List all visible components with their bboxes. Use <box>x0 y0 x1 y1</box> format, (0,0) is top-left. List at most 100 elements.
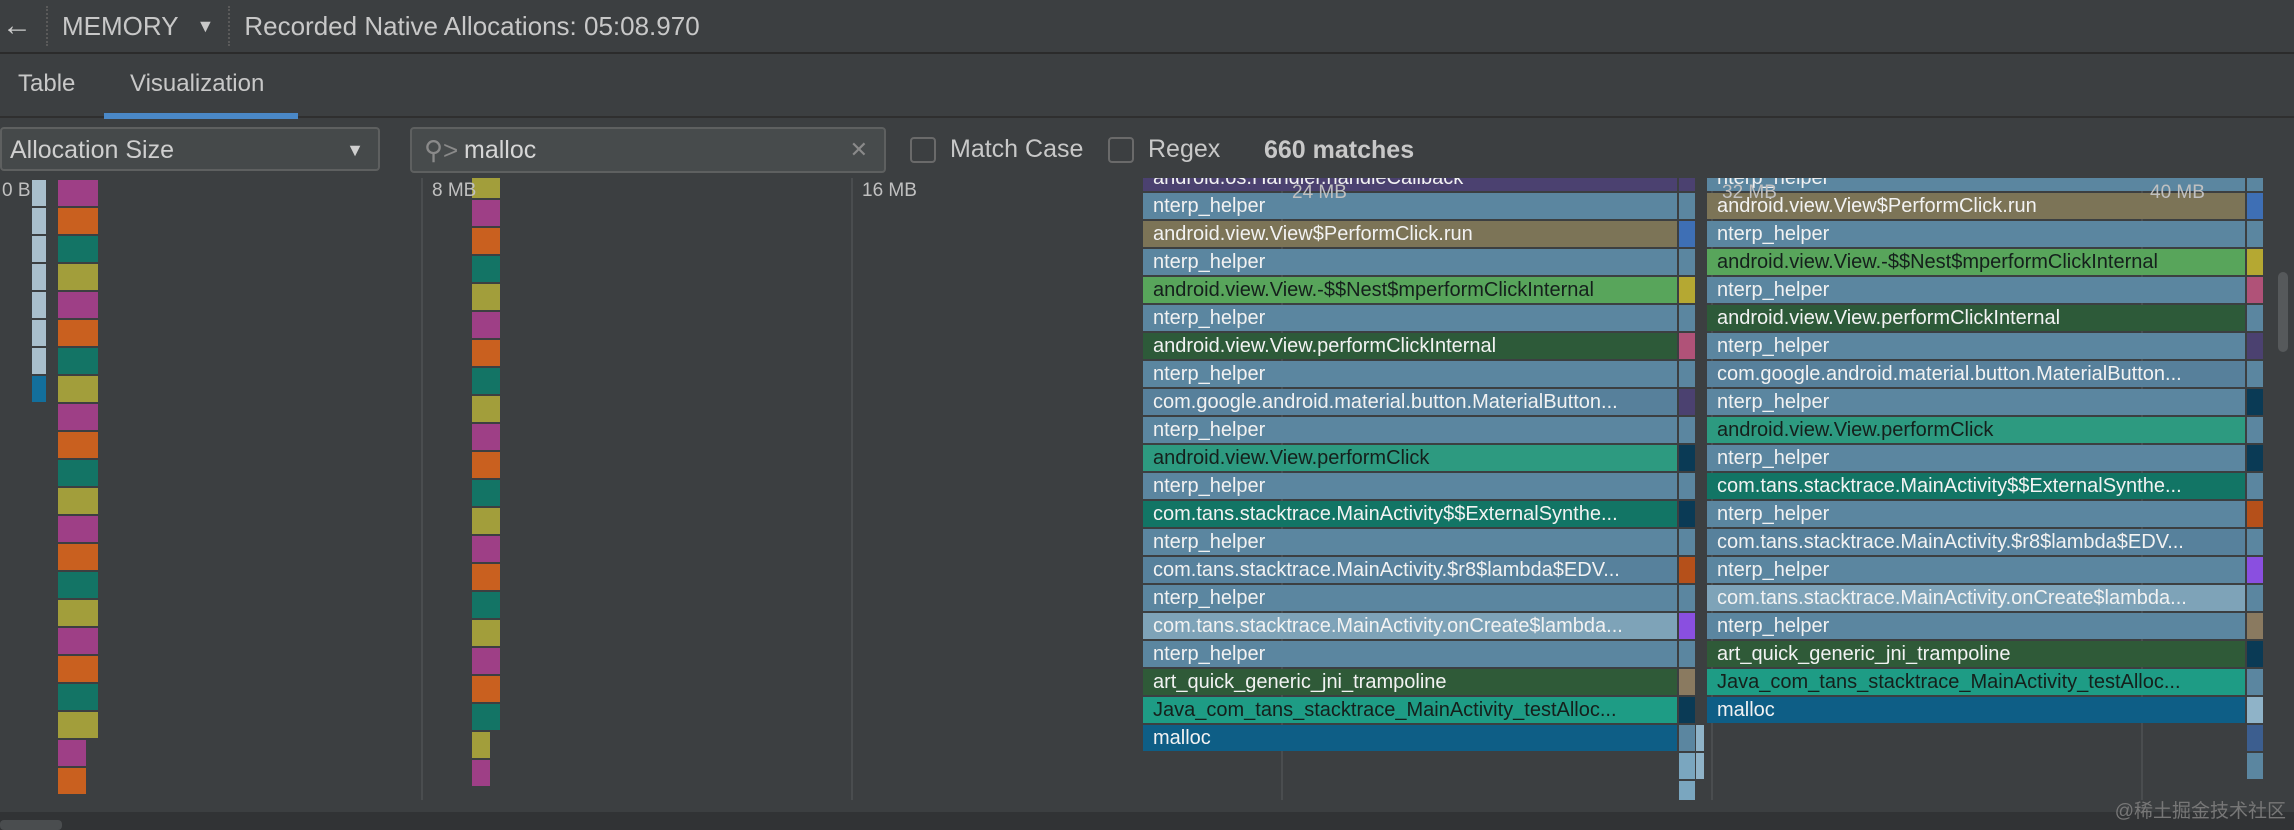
flame-frame[interactable]: nterp_helper <box>1707 277 2245 303</box>
flame-frame-side[interactable] <box>2247 585 2263 611</box>
mini-frame[interactable] <box>32 292 46 318</box>
mini-frame[interactable] <box>32 180 46 206</box>
flame-frame-side[interactable] <box>1679 361 1695 387</box>
flame-frame[interactable]: nterp_helper <box>1143 529 1677 555</box>
flame-frame-side[interactable] <box>2247 669 2263 695</box>
flame-frame[interactable]: nterp_helper <box>1707 221 2245 247</box>
mini-frame[interactable] <box>58 320 98 346</box>
flame-frame[interactable]: nterp_helper <box>1143 585 1677 611</box>
mini-frame[interactable] <box>58 488 98 514</box>
flame-frame-side[interactable] <box>1679 501 1695 527</box>
mini-frame[interactable] <box>472 256 500 282</box>
flame-frame[interactable]: android.view.View.performClick <box>1143 445 1677 471</box>
flame-frame[interactable]: nterp_helper <box>1707 501 2245 527</box>
search-input[interactable]: ⚲˃ malloc ✕ <box>410 127 886 173</box>
mini-frame[interactable] <box>472 564 500 590</box>
flame-frame-side[interactable] <box>2247 249 2263 275</box>
flame-frame[interactable]: com.google.android.material.button.Mater… <box>1143 389 1677 415</box>
flame-frame-side[interactable] <box>2247 613 2263 639</box>
flame-frame-side[interactable] <box>1679 277 1695 303</box>
flame-frame[interactable]: nterp_helper <box>1707 613 2245 639</box>
mini-frame[interactable] <box>58 460 98 486</box>
flame-frame[interactable]: nterp_helper <box>1143 249 1677 275</box>
flame-frame-side[interactable] <box>1679 613 1695 639</box>
checkbox-box[interactable] <box>1108 136 1134 163</box>
flame-frame[interactable]: com.tans.stacktrace.MainActivity.$r8$lam… <box>1707 529 2245 555</box>
vertical-scrollbar[interactable] <box>2278 272 2288 352</box>
flame-frame-side[interactable] <box>1696 753 1704 779</box>
mini-frame[interactable] <box>58 264 98 290</box>
mini-frame[interactable] <box>58 600 98 626</box>
mini-frame[interactable] <box>58 684 98 710</box>
flame-frame-side[interactable] <box>2247 445 2263 471</box>
flame-frame-side[interactable] <box>2247 178 2263 191</box>
flame-frame[interactable]: nterp_helper <box>1707 557 2245 583</box>
mini-frame[interactable] <box>32 236 46 262</box>
mini-frame[interactable] <box>58 432 98 458</box>
mini-frame[interactable] <box>472 620 500 646</box>
flame-frame[interactable]: nterp_helper <box>1143 305 1677 331</box>
flame-frame[interactable]: com.google.android.material.button.Mater… <box>1707 361 2245 387</box>
mini-frame[interactable] <box>472 284 500 310</box>
mini-frame[interactable] <box>472 200 500 226</box>
profiler-selector[interactable]: MEMORY ▼ <box>62 11 214 42</box>
flame-frame-side[interactable] <box>1679 641 1695 667</box>
flame-frame-side[interactable] <box>2247 305 2263 331</box>
flame-frame[interactable]: com.tans.stacktrace.MainActivity$$Extern… <box>1707 473 2245 499</box>
mini-frame[interactable] <box>58 516 98 542</box>
flame-frame-side[interactable] <box>1679 529 1695 555</box>
flame-frame[interactable]: android.os.Handler.handleCallback <box>1143 178 1677 191</box>
flame-frame-side[interactable] <box>1679 585 1695 611</box>
flame-frame[interactable]: android.view.View.-$$Nest$mperformClickI… <box>1143 277 1677 303</box>
flame-frame-side[interactable] <box>1679 178 1695 191</box>
flame-frame[interactable]: android.view.View$PerformClick.run <box>1143 221 1677 247</box>
flame-frame-side[interactable] <box>2247 361 2263 387</box>
flame-frame-side[interactable] <box>2247 753 2263 779</box>
flame-frame-side[interactable] <box>1679 389 1695 415</box>
flame-frame[interactable]: com.tans.stacktrace.MainActivity.onCreat… <box>1143 613 1677 639</box>
flame-frame[interactable]: nterp_helper <box>1143 473 1677 499</box>
flame-frame-side[interactable] <box>2247 557 2263 583</box>
mini-frame[interactable] <box>472 760 490 786</box>
flame-frame[interactable]: com.tans.stacktrace.MainActivity.onCreat… <box>1707 585 2245 611</box>
flame-frame-side[interactable] <box>1679 781 1695 800</box>
flame-frame-side[interactable] <box>1679 725 1695 751</box>
flame-chart[interactable]: 0 B 8 MB 16 MB 24 MB 32 MB 40 MB android… <box>0 178 2294 800</box>
mini-frame[interactable] <box>58 544 98 570</box>
clear-search-icon[interactable]: ✕ <box>850 137 868 163</box>
flame-frame-side[interactable] <box>2247 417 2263 443</box>
flame-frame[interactable]: nterp_helper <box>1707 445 2245 471</box>
mini-frame[interactable] <box>472 732 490 758</box>
mini-frame[interactable] <box>32 376 46 402</box>
flame-frame-side[interactable] <box>1679 417 1695 443</box>
mini-frame[interactable] <box>58 628 98 654</box>
mini-frame[interactable] <box>32 348 46 374</box>
flame-frame-side[interactable] <box>1696 725 1704 751</box>
flame-frame-side[interactable] <box>2247 221 2263 247</box>
flame-frame[interactable]: com.tans.stacktrace.MainActivity.$r8$lam… <box>1143 557 1677 583</box>
mini-frame[interactable] <box>58 768 86 794</box>
flame-frame[interactable]: nterp_helper <box>1143 193 1677 219</box>
flame-frame[interactable]: Java_com_tans_stacktrace_MainActivity_te… <box>1707 669 2245 695</box>
mini-frame[interactable] <box>472 312 500 338</box>
flame-frame[interactable]: Java_com_tans_stacktrace_MainActivity_te… <box>1143 697 1677 723</box>
flame-frame[interactable]: art_quick_generic_jni_trampoline <box>1707 641 2245 667</box>
flame-frame-side[interactable] <box>1679 221 1695 247</box>
mini-frame[interactable] <box>472 368 500 394</box>
flame-frame-side[interactable] <box>1679 445 1695 471</box>
horizontal-scrollbar[interactable] <box>0 820 62 830</box>
sort-dropdown[interactable]: Allocation Size ▼ <box>0 127 380 171</box>
mini-frame[interactable] <box>472 536 500 562</box>
mini-frame[interactable] <box>472 396 500 422</box>
flame-frame-side[interactable] <box>1679 697 1695 723</box>
mini-frame[interactable] <box>472 228 500 254</box>
flame-frame-side[interactable] <box>2247 193 2263 219</box>
mini-frame[interactable] <box>32 208 46 234</box>
flame-frame-side[interactable] <box>2247 529 2263 555</box>
flame-frame-side[interactable] <box>1679 249 1695 275</box>
flame-frame-side[interactable] <box>1679 669 1695 695</box>
mini-frame[interactable] <box>58 572 98 598</box>
flame-frame[interactable]: nterp_helper <box>1143 641 1677 667</box>
mini-frame[interactable] <box>58 404 98 430</box>
flame-frame-side[interactable] <box>1679 753 1695 779</box>
